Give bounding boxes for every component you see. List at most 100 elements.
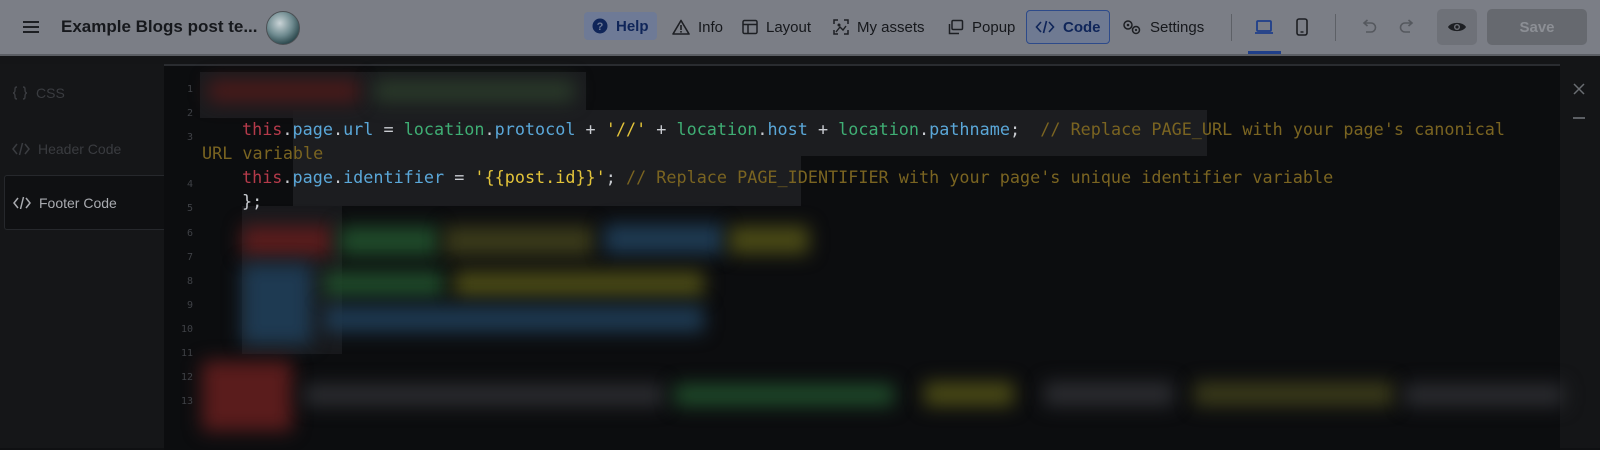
settings-label: Settings: [1150, 18, 1205, 36]
popup-icon: [948, 19, 964, 35]
code-button[interactable]: Code: [1026, 10, 1110, 44]
blurred-code: [242, 226, 332, 256]
line-number: 8: [186, 276, 193, 287]
code-token: .: [282, 167, 293, 187]
separator: [1231, 14, 1232, 41]
blurred-code: [202, 361, 292, 431]
sidebar-item-footer-code[interactable]: Footer Code: [4, 175, 164, 230]
settings-button[interactable]: Settings: [1114, 10, 1212, 44]
help-label: Help: [616, 17, 649, 35]
settings-icon: [1123, 20, 1141, 35]
line-number: 6: [186, 228, 193, 239]
code-sidebar: CSS Header Code Footer Code: [0, 64, 164, 448]
desktop-view-button[interactable]: [1247, 12, 1281, 42]
page-title: Example Blogs post te...: [61, 17, 258, 36]
undo-icon: [1362, 19, 1377, 33]
minimize-icon[interactable]: [1573, 117, 1585, 119]
code-token: .: [919, 119, 930, 139]
line-number: 1: [186, 84, 193, 95]
line-number: 2: [186, 108, 193, 119]
line-number: 3: [186, 132, 193, 143]
sidebar-item-label: CSS: [36, 84, 65, 101]
layout-icon: [742, 19, 758, 35]
code-token: +: [575, 119, 606, 139]
sidebar-item-css[interactable]: CSS: [4, 65, 164, 120]
my-assets-button[interactable]: My assets: [825, 10, 933, 44]
code-token: +: [807, 119, 839, 139]
line-number: 7: [186, 252, 193, 263]
assets-icon: [833, 19, 849, 35]
code-token: '{{post.id}}': [474, 167, 606, 187]
blurred-code: [1194, 382, 1394, 406]
menu-icon[interactable]: [18, 14, 44, 40]
popup-label: Popup: [972, 18, 1016, 36]
code-token: this: [242, 167, 283, 187]
code-token: location: [676, 119, 758, 139]
blurred-code: [454, 271, 704, 297]
code-token: .: [757, 119, 768, 139]
help-circle-icon: ?: [592, 18, 608, 34]
code-icon: [12, 142, 30, 155]
code-icon: [1035, 20, 1055, 34]
code-token: ;: [1009, 119, 1021, 139]
code-token: page: [292, 167, 333, 187]
warning-triangle-icon: [672, 19, 690, 35]
separator: [1335, 14, 1336, 41]
code-token: page: [292, 119, 333, 139]
help-button[interactable]: ? Help: [584, 12, 657, 40]
code-token: this: [242, 119, 283, 139]
code-token: .: [484, 119, 495, 139]
line-number: 13: [180, 396, 193, 407]
code-icon: [13, 196, 31, 209]
top-bar: Example Blogs post te... ? Help Info Lay…: [0, 0, 1600, 56]
preview-button[interactable]: [1437, 9, 1477, 45]
close-icon[interactable]: [1570, 80, 1588, 98]
code-token: =: [373, 119, 404, 139]
code-token: location: [403, 119, 485, 139]
line-number: 11: [180, 348, 193, 359]
blurred-code: [209, 80, 359, 102]
code-token: protocol: [494, 119, 576, 139]
svg-text:?: ?: [597, 21, 604, 33]
blurred-code: [444, 226, 594, 256]
braces-icon: [12, 85, 28, 100]
line-number: 9: [186, 300, 193, 311]
sidebar-item-label: Header Code: [38, 140, 122, 157]
code-token: identifier: [343, 167, 445, 187]
blurred-code: [604, 224, 724, 254]
code-editor-modal: CSS Header Code Footer Code 1 2 3 4 5 6 …: [0, 56, 1600, 450]
avatar[interactable]: [266, 11, 300, 45]
info-label: Info: [698, 18, 724, 36]
blurred-code: [374, 80, 574, 102]
sidebar-item-header-code[interactable]: Header Code: [4, 121, 164, 176]
mobile-view-button[interactable]: [1285, 12, 1319, 42]
blurred-code: [242, 264, 312, 344]
code-line-3: this.page.url = location.protocol + '//'…: [242, 119, 1505, 139]
line-number-gutter: 1 2 3 4 5 6 7 8 9 10 11 12 13: [164, 66, 200, 450]
redo-button[interactable]: [1390, 12, 1424, 42]
desktop-icon: [1255, 20, 1273, 34]
line-number: 4: [186, 179, 193, 190]
code-editor[interactable]: 1 2 3 4 5 6 7 8 9 10 11 12 13 this.page.…: [164, 64, 1564, 450]
blurred-code: [1404, 384, 1564, 406]
active-device-indicator: [1248, 51, 1281, 54]
undo-button[interactable]: [1352, 12, 1386, 42]
code-token: host: [767, 119, 808, 139]
code-comment: // Replace PAGE_IDENTIFIER with your pag…: [615, 167, 1334, 187]
my-assets-label: My assets: [857, 18, 925, 36]
mobile-icon: [1296, 18, 1308, 36]
popup-button[interactable]: Popup: [940, 10, 1023, 44]
info-button[interactable]: Info: [664, 10, 731, 44]
sidebar-item-label: Footer Code: [39, 194, 117, 211]
blurred-code: [304, 384, 664, 406]
layout-button[interactable]: Layout: [734, 10, 819, 44]
code-token: '//': [605, 119, 647, 139]
blurred-code: [674, 384, 894, 406]
blurred-code: [1044, 382, 1174, 406]
code-line-4: this.page.identifier = '{{post.id}}'; //…: [242, 167, 1333, 187]
code-label: Code: [1063, 18, 1101, 36]
redo-icon: [1399, 19, 1414, 33]
code-token: url: [343, 119, 374, 139]
save-button[interactable]: Save: [1487, 9, 1587, 45]
code-token: .: [332, 119, 344, 139]
